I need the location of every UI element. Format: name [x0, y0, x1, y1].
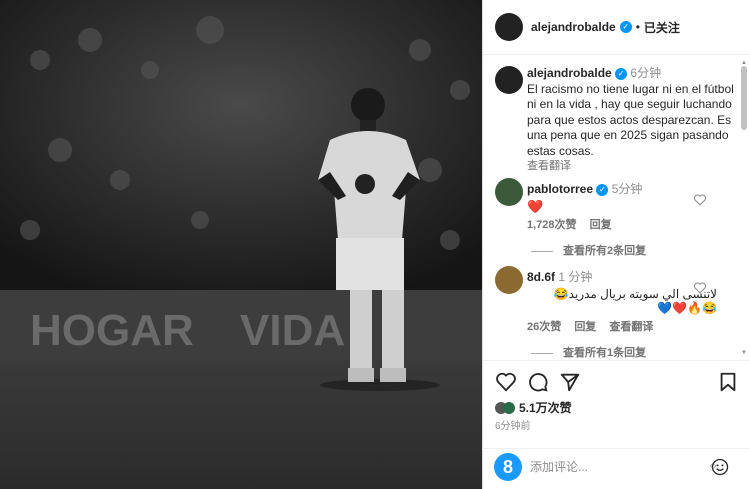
- caption-time: 6分钟: [630, 66, 662, 80]
- comments-list[interactable]: alejandrobalde ✓ 6分钟 El racismo no tiene…: [483, 56, 737, 358]
- commenter-username[interactable]: pablotorree: [527, 182, 593, 196]
- comment-meta: 1,728次赞 回复: [527, 216, 622, 232]
- commenter-avatar[interactable]: [495, 266, 523, 294]
- verified-badge-icon: ✓: [619, 21, 632, 33]
- post-likes-count[interactable]: 5.1万次赞: [519, 399, 572, 416]
- current-user-avatar: 8: [494, 453, 522, 481]
- comment-time: 1 分钟: [558, 270, 593, 284]
- caption-avatar[interactable]: [495, 66, 523, 94]
- comment-likes-count[interactable]: 26次赞: [527, 321, 561, 333]
- comment-emoji-line: 💙❤️🔥😂: [657, 301, 717, 315]
- caption-translate-link[interactable]: 查看翻译: [527, 159, 735, 175]
- comment-meta: 26次赞 回复 查看翻译: [527, 318, 663, 334]
- football-player-photo: HOGAR VIDA: [0, 0, 482, 489]
- post-time-ago: 6分钟前: [495, 421, 531, 432]
- scroll-down-arrow-icon[interactable]: ▼: [740, 350, 748, 356]
- liker-avatar[interactable]: [503, 401, 515, 414]
- caption-username[interactable]: alejandrobalde: [527, 66, 612, 80]
- comment-text: ❤️: [527, 199, 544, 214]
- comment-likes-count[interactable]: 1,728次赞: [527, 219, 577, 231]
- separator-dot: •: [635, 20, 640, 34]
- like-heart-icon[interactable]: [495, 371, 517, 393]
- options-small-icon[interactable]: ◇: [710, 461, 720, 471]
- follow-status-button[interactable]: 已关注: [644, 19, 680, 36]
- view-replies-link[interactable]: 查看所有1条回复: [531, 344, 646, 358]
- share-send-icon[interactable]: [559, 371, 581, 393]
- save-bookmark-icon[interactable]: [717, 371, 739, 393]
- author-avatar[interactable]: [495, 13, 523, 41]
- caption-text: El racismo no tiene lugar ni en el fútbo…: [527, 81, 734, 158]
- likes-row: 5.1万次赞: [495, 399, 572, 416]
- comment-translate-link[interactable]: 查看翻译: [609, 321, 653, 333]
- post-photo[interactable]: HOGAR VIDA: [0, 0, 482, 489]
- view-replies-link[interactable]: 查看所有2条回复: [531, 242, 646, 258]
- like-comment-heart-icon[interactable]: [693, 194, 707, 206]
- verified-badge-icon: ✓: [615, 67, 628, 80]
- commenter-username[interactable]: 8d.6f: [527, 270, 555, 284]
- add-comment-bar: 8 添加评论... ◇: [482, 448, 750, 489]
- like-comment-heart-icon[interactable]: [693, 282, 707, 294]
- scrollbar-thumb[interactable]: [741, 66, 747, 130]
- comment-bubble-icon[interactable]: [527, 371, 549, 393]
- verified-badge-icon: ✓: [596, 183, 609, 196]
- commenter-avatar[interactable]: [495, 178, 523, 206]
- post-details-panel: alejandrobalde ✓ • 已关注 alejandrobalde ✓ …: [482, 0, 750, 489]
- reply-button[interactable]: 回复: [574, 321, 596, 333]
- banner-text-left: HOGAR: [30, 306, 194, 355]
- post-header: alejandrobalde ✓ • 已关注: [483, 0, 750, 55]
- comment-time: 5分钟: [611, 182, 643, 196]
- reply-button[interactable]: 回复: [590, 219, 612, 231]
- add-comment-input[interactable]: 添加评论...: [530, 458, 588, 475]
- comments-scrollbar[interactable]: ▲ ▼: [740, 60, 748, 356]
- banner-text-right: VIDA: [240, 306, 345, 355]
- post-actions: 5.1万次赞 6分钟前: [483, 360, 750, 460]
- comment-text: لاتنسى الي سويته بريال مدريد😂: [553, 287, 717, 301]
- author-username[interactable]: alejandrobalde: [531, 20, 616, 34]
